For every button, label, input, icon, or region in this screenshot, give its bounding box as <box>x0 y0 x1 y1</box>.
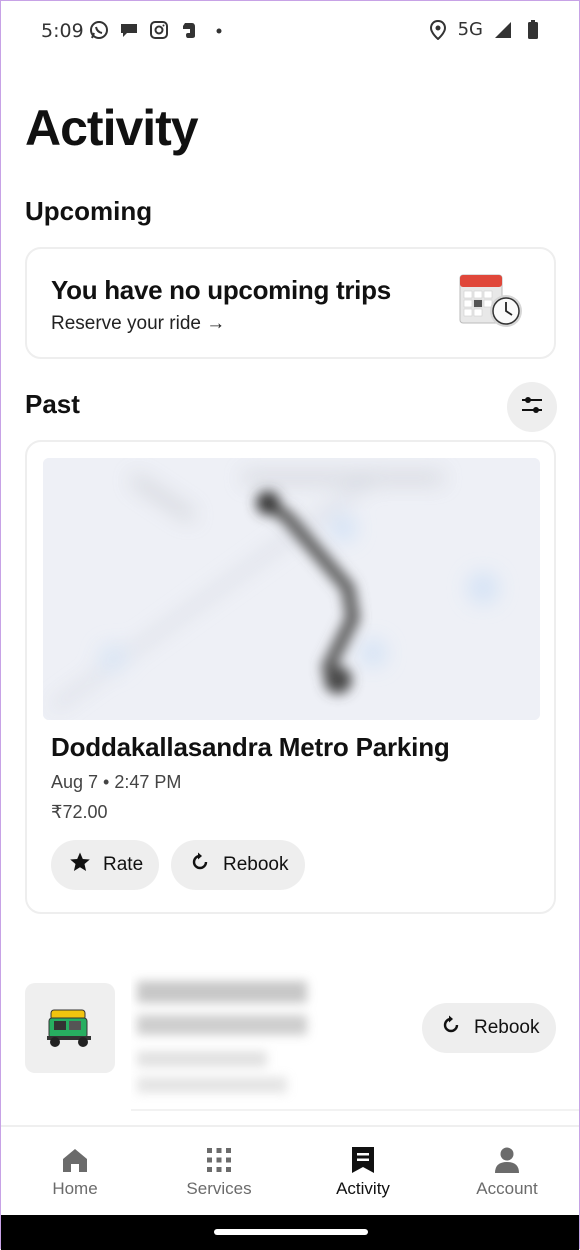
instagram-icon <box>149 20 169 40</box>
star-icon <box>69 851 91 879</box>
rebook-icon <box>189 851 211 879</box>
location-pin-icon <box>428 19 448 40</box>
auto-rickshaw-icon <box>25 983 115 1073</box>
reserve-ride-link[interactable]: Reserve your ride → <box>51 313 225 335</box>
system-icons: 5G <box>428 19 543 40</box>
network-type: 5G <box>457 19 483 40</box>
nav-services-label: Services <box>186 1179 252 1198</box>
trip-datetime: Aug 7 • 2:47 PM <box>51 772 182 792</box>
chat-bubble-icon <box>119 20 139 40</box>
status-bar: 5:09 5G <box>1 1 579 63</box>
nav-home[interactable]: Home <box>3 1127 147 1217</box>
nav-account[interactable]: Account <box>435 1127 579 1217</box>
evernote-icon <box>179 20 199 40</box>
rate-label: Rate <box>103 854 144 875</box>
list-divider <box>131 1109 579 1111</box>
rebook-button-2[interactable]: Rebook <box>422 1003 556 1053</box>
bottom-nav: Home Services Activity Account <box>1 1125 579 1217</box>
system-gesture-bar <box>1 1215 579 1250</box>
battery-icon <box>523 19 543 40</box>
person-icon <box>492 1145 522 1175</box>
page-title: Activity <box>25 100 199 156</box>
home-icon <box>60 1145 90 1175</box>
notification-icons <box>89 20 229 40</box>
calendar-clock-icon <box>456 271 524 333</box>
status-time: 5:09 <box>41 20 84 42</box>
trip-destination: Doddakallasandra Metro Parking <box>51 732 450 762</box>
nav-account-label: Account <box>476 1179 538 1198</box>
filter-sliders-icon <box>520 393 544 422</box>
gesture-handle[interactable] <box>214 1229 368 1235</box>
signal-icon <box>493 20 513 40</box>
blurred-trip-details <box>131 963 321 1103</box>
past-trip-card[interactable]: Doddakallasandra Metro Parking Aug 7 • 2… <box>25 440 556 914</box>
rebook-icon <box>440 1014 462 1042</box>
upcoming-heading: Upcoming <box>25 196 153 226</box>
rate-button[interactable]: Rate <box>51 840 159 890</box>
nav-home-label: Home <box>52 1179 98 1198</box>
dot-icon <box>209 20 229 40</box>
receipt-icon <box>348 1145 378 1175</box>
nav-activity-label: Activity <box>336 1179 390 1198</box>
rebook-button[interactable]: Rebook <box>171 840 305 890</box>
upcoming-card[interactable]: You have no upcoming trips Reserve your … <box>25 247 556 359</box>
whatsapp-icon <box>89 20 109 40</box>
nav-services[interactable]: Services <box>147 1127 291 1217</box>
trip-price: ₹72.00 <box>51 802 108 822</box>
past-heading: Past <box>25 389 80 419</box>
nav-activity[interactable]: Activity <box>291 1127 435 1217</box>
rebook-label: Rebook <box>474 1017 540 1038</box>
upcoming-card-title: You have no upcoming trips <box>51 275 391 305</box>
grid-icon <box>204 1145 234 1175</box>
trip-map-image <box>43 458 540 720</box>
rebook-label: Rebook <box>223 854 289 875</box>
filter-button[interactable] <box>507 382 557 432</box>
